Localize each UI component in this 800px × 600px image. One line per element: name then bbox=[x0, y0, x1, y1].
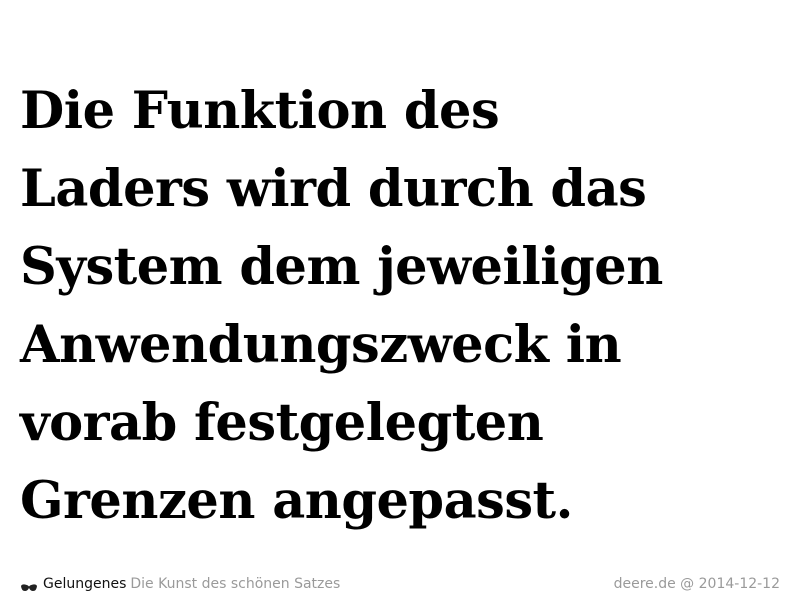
quote-line: System dem jeweiligen bbox=[20, 237, 663, 297]
quote-line: Laders wird durch das bbox=[20, 159, 647, 219]
quote-text: Die Funktion des Laders wird durch das S… bbox=[20, 72, 790, 540]
quote-line: Anwendungszweck in bbox=[20, 315, 622, 375]
footer: Gelungenes Die Kunst des schönen Satzes … bbox=[20, 574, 780, 594]
footer-brand-group: Gelungenes Die Kunst des schönen Satzes bbox=[20, 574, 340, 594]
quote-line: Die Funktion des bbox=[20, 81, 500, 141]
brand-name: Gelungenes bbox=[43, 576, 127, 592]
brand-tagline: Die Kunst des schönen Satzes bbox=[130, 576, 341, 592]
quote-line: vorab festgelegten bbox=[20, 393, 544, 453]
credit-date: deere.de @ 2014-12-12 bbox=[613, 576, 780, 592]
quote-line: Grenzen angepasst. bbox=[20, 471, 573, 531]
glasses-icon bbox=[20, 579, 38, 591]
